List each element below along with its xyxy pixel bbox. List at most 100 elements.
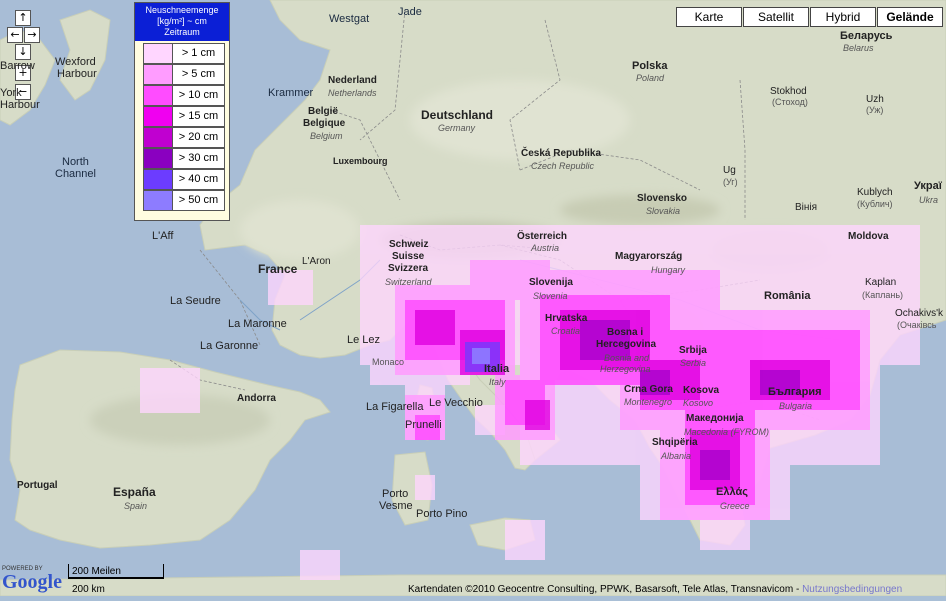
- label-uzh: Uzh: [866, 94, 884, 105]
- label-hercegovina: Hercegovina: [596, 339, 657, 350]
- label-spain: Spain: [124, 501, 148, 511]
- label-lelez: Le Lez: [347, 334, 381, 346]
- legend-header: Neuschneemenge [kg/m²] ~ cm Zeitraum: [135, 3, 229, 41]
- label-slovenija: Slovenija: [529, 277, 573, 288]
- legend-row: > 1 cm: [143, 43, 225, 64]
- label-germany: Germany: [438, 123, 476, 133]
- legend-swatch: [144, 170, 173, 189]
- label-ochakivs-cyr: (Очаківсь: [897, 320, 937, 330]
- label-belgium: Belgium: [310, 131, 343, 141]
- label-lagaronne: La Garonne: [200, 340, 259, 352]
- copyright-text: Kartendaten ©2010 Geocentre Consulting, …: [408, 584, 800, 595]
- label-westgat: Westgat: [329, 13, 370, 25]
- label-france: France: [258, 262, 298, 276]
- label-ukraine: Ukra: [919, 195, 939, 205]
- label-poland: Poland: [636, 73, 665, 83]
- label-magyar: Magyarország: [615, 251, 683, 262]
- label-ellas: Ελλάς: [716, 486, 748, 498]
- pan-down-button[interactable]: ↓: [15, 44, 31, 60]
- label-vesme: Vesme: [379, 500, 413, 512]
- label-porto: Porto: [382, 488, 409, 500]
- label-svizzera: Svizzera: [388, 263, 429, 274]
- label-deutschland: Deutschland: [421, 108, 494, 122]
- label-serbia: Serbia: [680, 358, 707, 368]
- label-york: York: [0, 87, 22, 99]
- label-jade: Jade: [398, 6, 422, 18]
- label-bosna: Bosna i: [607, 327, 644, 338]
- legend-row: > 30 cm: [143, 148, 225, 169]
- label-italia: Italia: [484, 363, 510, 375]
- label-bulgaria: Bulgaria: [779, 401, 813, 411]
- label-kosovo: Kosovo: [683, 398, 714, 408]
- pan-left-button[interactable]: ←: [7, 27, 23, 43]
- label-ukraina: Украї: [914, 180, 942, 192]
- label-espana: España: [113, 485, 156, 499]
- legend-label: > 30 cm: [178, 152, 219, 164]
- map-type-satellit[interactable]: Satellit: [743, 7, 809, 27]
- legend-label: > 40 cm: [178, 173, 219, 185]
- pan-up-button[interactable]: ↑: [15, 10, 31, 26]
- legend-row: > 20 cm: [143, 127, 225, 148]
- map-type-karte[interactable]: Karte: [676, 7, 742, 27]
- copyright-bar: Kartendaten ©2010 Geocentre Consulting, …: [408, 584, 902, 595]
- terms-link[interactable]: Nutzungsbedingungen: [802, 584, 902, 595]
- label-lamaronne: La Maronne: [228, 318, 287, 330]
- label-kaplan-cyr: (Каплань): [862, 290, 904, 300]
- label-nederland: Nederland: [328, 75, 377, 86]
- label-hungary: Hungary: [651, 265, 686, 275]
- label-suisse: Suisse: [392, 251, 425, 262]
- legend-row: > 50 cm: [143, 190, 225, 211]
- legend-row: > 10 cm: [143, 85, 225, 106]
- label-slovakia: Slovakia: [646, 206, 681, 216]
- google-logo[interactable]: POWERED BY Google: [2, 566, 62, 592]
- map-type-hybrid[interactable]: Hybrid: [810, 7, 876, 27]
- label-albania: Albania: [661, 451, 692, 461]
- label-herzegovina: Herzegovina: [600, 364, 651, 374]
- legend-row: > 5 cm: [143, 64, 225, 85]
- legend-swatch: [144, 86, 173, 105]
- label-levecchio: Le Vecchio: [429, 397, 483, 409]
- label-ceska: Česká Republika: [521, 148, 602, 159]
- label-ug-cyr: (Уг): [723, 177, 738, 187]
- label-belarus-cyr: Беларусь: [840, 30, 893, 42]
- label-czech: Czech Republic: [531, 161, 595, 171]
- legend-swatch: [144, 128, 173, 147]
- label-harbour: Harbour: [57, 68, 97, 80]
- label-laff: L'Aff: [152, 230, 174, 242]
- label-switzerland: Switzerland: [385, 277, 432, 287]
- legend-row: > 40 cm: [143, 169, 225, 190]
- label-slovensko: Slovensko: [637, 193, 688, 204]
- legend-row: > 15 cm: [143, 106, 225, 127]
- legend-swatch: [144, 107, 173, 126]
- label-netherlands: Netherlands: [328, 88, 377, 98]
- label-monaco: Monaco: [372, 357, 405, 367]
- label-portugal: Portugal: [17, 480, 58, 491]
- label-andorra: Andorra: [237, 393, 276, 404]
- legend-label: > 1 cm: [181, 47, 216, 59]
- map-type-bar: Karte Satellit Hybrid Gelände: [675, 7, 943, 27]
- label-osterreich: Österreich: [517, 231, 568, 242]
- legend-label: > 15 cm: [178, 110, 219, 122]
- label-croatia: Croatia: [551, 326, 581, 336]
- scale-miles: 200 Meilen: [72, 566, 121, 577]
- legend-label: > 20 cm: [178, 131, 219, 143]
- legend-unit: [kg/m²] ~ cm: [157, 16, 207, 26]
- label-austria: Austria: [531, 243, 560, 253]
- label-montenegro: Montenegro: [624, 397, 673, 407]
- pan-right-button[interactable]: →: [24, 27, 40, 43]
- snow-legend: Neuschneemenge [kg/m²] ~ cm Zeitraum > 1…: [134, 2, 230, 221]
- map-type-gelaende[interactable]: Gelände: [877, 7, 943, 27]
- label-stokhod: Stokhod: [770, 86, 807, 97]
- scale-km: 200 km: [72, 584, 105, 595]
- legend-swatch: [144, 191, 173, 210]
- legend-period: Zeitraum: [164, 27, 200, 37]
- label-slovenia: Slovenia: [533, 291, 568, 301]
- label-makedonija: Македонија: [686, 413, 744, 424]
- label-bosnia: Bosnia and: [604, 353, 650, 363]
- label-stokhod-cyr: (Стоход): [772, 97, 808, 107]
- label-lafigarella: La Figarella: [366, 401, 424, 413]
- legend-swatch: [144, 149, 173, 168]
- legend-label: > 50 cm: [178, 194, 219, 206]
- label-laron: L'Aron: [302, 256, 331, 267]
- label-belgie: België: [308, 106, 339, 117]
